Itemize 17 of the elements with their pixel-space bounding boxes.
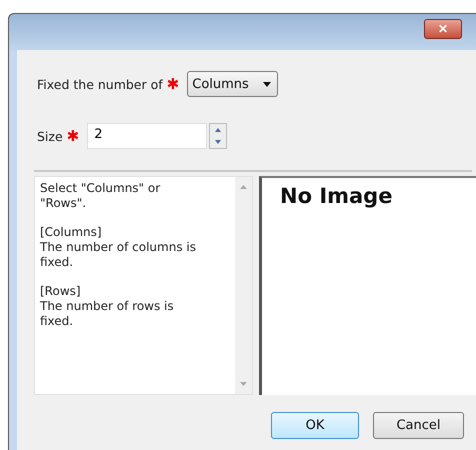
caret-icon	[262, 82, 271, 86]
required-mark: ✱	[66, 127, 80, 145]
spin-buttons[interactable]	[209, 123, 228, 149]
scrollbar[interactable]	[235, 177, 252, 394]
field-label: Fixed the number of	[37, 76, 163, 92]
size-field[interactable]: 2	[87, 123, 208, 149]
cancel-button[interactable]: Cancel	[373, 412, 464, 439]
field-label: Size	[37, 128, 63, 144]
no-image-text: No Image	[280, 184, 392, 208]
scroll-up-arrow-icon[interactable]	[240, 185, 247, 189]
ok-button[interactable]: OK	[271, 412, 359, 439]
help-text: [Columns] The number of columns is fixed.	[40, 225, 197, 270]
required-mark: ✱	[166, 75, 180, 93]
help-text: Select "Columns" or "Rows".	[40, 181, 162, 211]
dropdown[interactable]: Columns	[187, 71, 278, 97]
scroll-down-arrow-icon[interactable]	[240, 382, 247, 386]
help-text: [Rows] The number of rows is fixed.	[40, 284, 175, 329]
